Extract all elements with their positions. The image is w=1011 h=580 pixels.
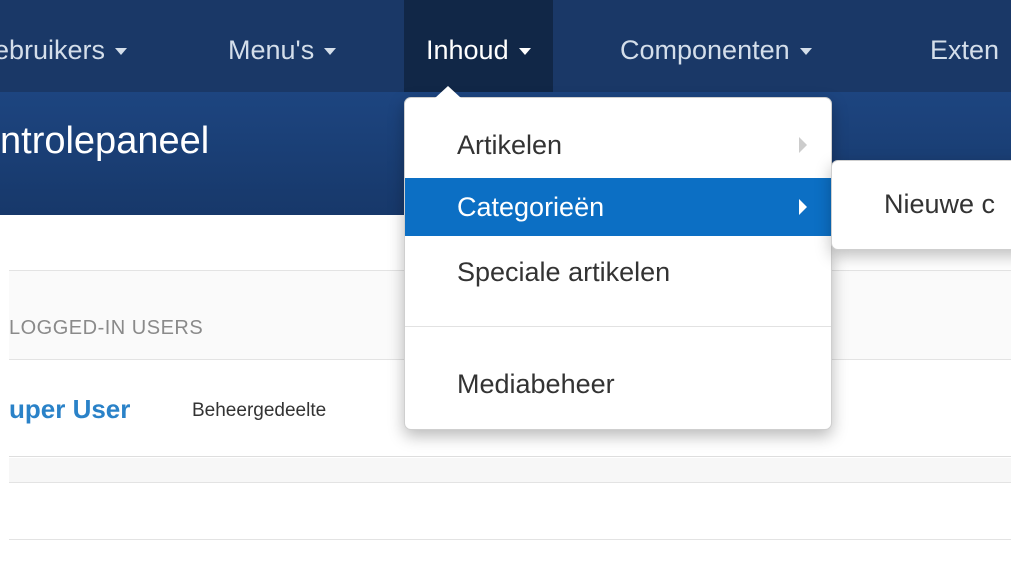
caret-down-icon [324, 48, 337, 56]
nav-item-inhoud[interactable]: Inhoud [404, 0, 553, 92]
nav-item-extensies[interactable]: Exten [930, 0, 999, 92]
dropdown-pointer [435, 86, 461, 98]
page-title: ntrolepaneel [0, 120, 210, 162]
nav-item-label: Componenten [620, 35, 790, 65]
caret-right-icon [799, 199, 807, 215]
nav-item-label: Menu's [228, 35, 315, 65]
menu-item-label: Mediabeheer [457, 369, 615, 399]
menu-item-label: Artikelen [457, 130, 563, 160]
menu-divider [405, 326, 831, 327]
caret-down-icon [799, 48, 812, 56]
nav-item-componenten[interactable]: Componenten [620, 0, 812, 92]
nav-item-menus[interactable]: Menu's [228, 0, 337, 92]
nav-item-label: Inhoud [426, 35, 509, 65]
nav-item-gebruikers[interactable]: ebruikers [0, 0, 128, 92]
menu-item-mediabeheer[interactable]: Mediabeheer [405, 355, 831, 413]
caret-down-icon [115, 48, 128, 56]
caret-right-icon [799, 137, 807, 153]
caret-down-icon [518, 48, 531, 56]
menu-item-speciale-artikelen[interactable]: Speciale artikelen [405, 243, 831, 301]
panel-divider [9, 458, 1011, 483]
categorieen-submenu: Nieuwe c [831, 160, 1011, 250]
submenu-item-nieuwe-categorie[interactable]: Nieuwe c [884, 189, 995, 220]
nav-item-label: Exten [930, 35, 1000, 65]
panel-empty-row [9, 483, 1011, 540]
inhoud-dropdown-menu: Artikelen Categorieën Speciale artikelen… [404, 86, 832, 430]
top-navbar: ebruikers Menu's Inhoud Componenten Exte… [0, 0, 1011, 92]
panel-header-label: LOGGED-IN USERS [9, 317, 204, 339]
menu-item-categorieen[interactable]: Categorieën [405, 178, 831, 236]
menu-item-label: Categorieën [457, 192, 605, 222]
user-name-link[interactable]: uper User [9, 394, 130, 425]
menu-item-label: Speciale artikelen [457, 257, 671, 287]
menu-item-artikelen[interactable]: Artikelen [405, 116, 831, 174]
nav-item-label: ebruikers [0, 35, 106, 65]
user-area-label: Beheergedeelte [192, 400, 327, 421]
